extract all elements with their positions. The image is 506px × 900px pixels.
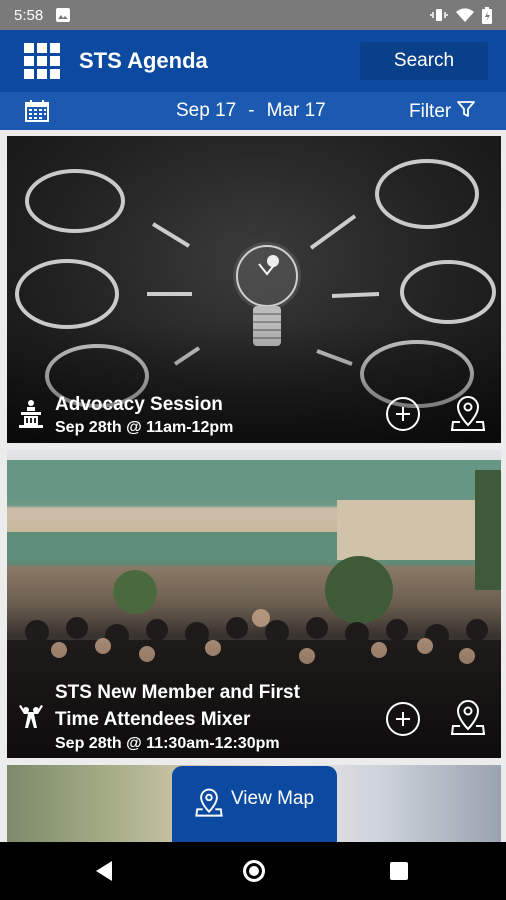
view-map-button[interactable]: View Map	[172, 766, 337, 842]
event-card[interactable]: STS New Member and First Time Attendees …	[7, 450, 501, 758]
app-header: STS Agenda Search	[0, 30, 506, 92]
date-filter-bar: Sep 17- Mar 17 Filter	[0, 92, 506, 130]
app-menu-grid-icon[interactable]	[24, 43, 60, 79]
search-button[interactable]: Search	[360, 42, 488, 80]
calendar-icon[interactable]	[25, 100, 49, 127]
vibrate-icon	[430, 7, 448, 23]
event-time: Sep 28th @ 11am-12pm	[55, 419, 234, 436]
recent-apps-icon[interactable]	[390, 862, 408, 880]
app-title: STS Agenda	[79, 48, 208, 73]
podium-icon	[17, 399, 45, 434]
add-to-schedule-plus-icon[interactable]	[386, 397, 420, 431]
celebration-icon	[17, 704, 45, 735]
date-range-end: Mar 17	[266, 100, 326, 121]
event-title: Advocacy Session	[55, 394, 223, 415]
status-bar: 5:58	[0, 0, 506, 30]
map-pin-icon[interactable]	[450, 395, 486, 438]
event-card[interactable]: Advocacy Session Sep 28th @ 11am-12pm	[7, 136, 501, 443]
photo-notification-icon	[55, 7, 71, 23]
date-range-separator: -	[248, 100, 255, 121]
filter-funnel-icon	[457, 100, 476, 124]
map-pin-icon[interactable]	[450, 699, 486, 742]
event-time: Sep 28th @ 11:30am-12:30pm	[55, 735, 280, 752]
event-list[interactable]: Advocacy Session Sep 28th @ 11am-12pm ST…	[0, 130, 506, 842]
status-time: 5:58	[14, 6, 44, 24]
filter-button[interactable]: Filter	[409, 100, 476, 124]
date-range[interactable]: Sep 17- Mar 17	[176, 100, 326, 122]
view-map-label: View Map	[230, 788, 315, 809]
battery-icon	[482, 6, 492, 24]
add-to-schedule-plus-icon[interactable]	[386, 702, 420, 736]
wifi-icon	[456, 7, 474, 23]
back-icon[interactable]	[96, 861, 112, 881]
system-navigation-bar	[0, 842, 506, 900]
event-title-line-2: Time Attendees Mixer	[55, 709, 251, 730]
event-title: STS New Member and First	[55, 682, 300, 703]
map-pin-icon	[195, 788, 223, 824]
home-icon[interactable]	[243, 860, 265, 882]
filter-label: Filter	[409, 101, 452, 122]
date-range-start: Sep 17	[176, 100, 237, 121]
